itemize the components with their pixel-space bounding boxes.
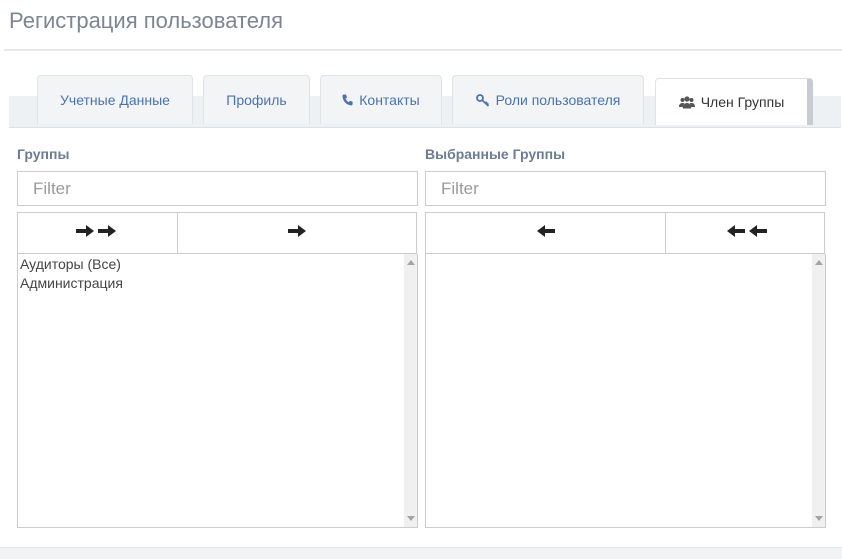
- title-divider: [4, 49, 842, 51]
- tab-label: Роли пользователя: [495, 92, 621, 108]
- groups-listbox[interactable]: Аудиторы (Все) Администрация: [17, 254, 418, 528]
- tab-label: Учетные Данные: [60, 92, 170, 108]
- tab-group-member[interactable]: Член Группы: [655, 78, 813, 125]
- move-right-icon: [288, 224, 306, 243]
- groups-label: Группы: [17, 146, 70, 162]
- scroll-up-icon[interactable]: [407, 260, 415, 265]
- users-icon: [678, 95, 695, 109]
- move-all-right-button[interactable]: [18, 213, 177, 253]
- groups-list: Аудиторы (Все) Администрация: [18, 254, 417, 294]
- page-title: Регистрация пользователя: [9, 8, 284, 33]
- phone-icon: [342, 94, 353, 106]
- move-all-right-icon: [75, 224, 120, 243]
- scroll-down-icon[interactable]: [815, 516, 823, 521]
- selected-groups-move-buttons: [425, 212, 825, 254]
- scroll-up-icon[interactable]: [815, 260, 823, 265]
- tab-profile[interactable]: Профиль: [203, 75, 310, 124]
- groups-move-buttons: [17, 212, 417, 254]
- selected-groups-listbox[interactable]: [425, 254, 826, 528]
- move-right-button[interactable]: [177, 213, 416, 253]
- move-all-left-icon: [723, 224, 767, 243]
- scroll-down-icon[interactable]: [407, 516, 415, 521]
- move-left-button[interactable]: [426, 213, 665, 253]
- tab-label: Контакты: [359, 92, 420, 108]
- selected-groups-scrollbar[interactable]: [812, 254, 825, 527]
- footer-bar: [0, 547, 842, 559]
- groups-filter-input[interactable]: [17, 171, 418, 206]
- tab-label: Профиль: [226, 92, 287, 108]
- selected-groups-list: [426, 254, 825, 256]
- tab-label: Член Группы: [700, 94, 785, 110]
- move-left-icon: [536, 224, 555, 243]
- selected-groups-label: Выбранные Группы: [425, 146, 566, 162]
- tab-user-roles[interactable]: Роли пользователя: [452, 75, 644, 124]
- tab-credentials[interactable]: Учетные Данные: [37, 75, 193, 124]
- selected-groups-filter-input[interactable]: [425, 171, 826, 206]
- move-all-left-button[interactable]: [665, 213, 824, 253]
- key-icon: [475, 93, 490, 107]
- tab-contacts[interactable]: Контакты: [320, 75, 442, 124]
- list-item[interactable]: Аудиторы (Все): [20, 255, 415, 274]
- groups-scrollbar[interactable]: [404, 254, 417, 527]
- list-item[interactable]: Администрация: [20, 274, 415, 293]
